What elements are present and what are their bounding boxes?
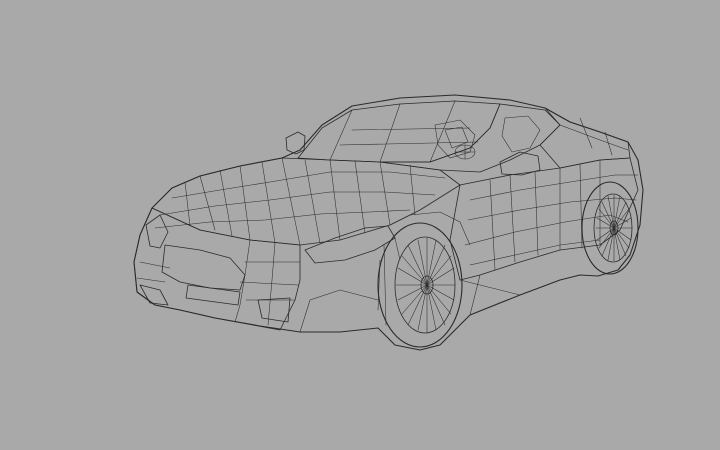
headlight-left [145,214,169,249]
license-plate [185,284,241,306]
seat-right [501,115,541,153]
car-body-surface [133,94,644,351]
cockpit-interior [379,103,561,173]
rear-wheel [581,181,639,275]
steering-wheel [454,144,476,160]
kidney-grille [161,244,246,291]
lower-air-intake [139,284,291,323]
windshield-glass [297,100,501,163]
3d-viewport[interactable] [0,0,720,450]
mirror-left [285,131,306,155]
rear-deck [539,107,631,169]
front-bumper [133,207,301,331]
mesh-edges [136,100,639,333]
car-wireframe-model[interactable] [0,0,720,450]
headlight-right [304,225,396,264]
front-wheel [377,222,463,348]
